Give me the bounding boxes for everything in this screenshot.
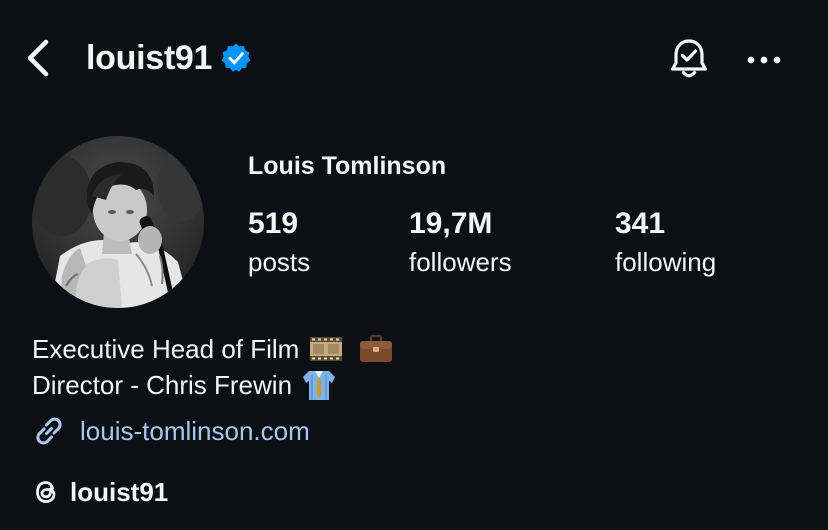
threads-handle: louist91	[70, 476, 169, 507]
verified-badge-icon	[221, 43, 251, 72]
followers-count[interactable]: 19,7M followers	[409, 206, 512, 280]
film-frames-emoji-icon	[310, 337, 343, 361]
followers-value: 19,7M	[409, 207, 493, 240]
briefcase-emoji-icon	[360, 334, 393, 362]
more-options-button[interactable]	[740, 42, 788, 78]
following-value: 341	[615, 207, 666, 240]
profile-screen: louist91 Louis Tomlinson 519 posts 19,7M…	[0, 0, 828, 530]
following-label: following	[615, 247, 717, 277]
profile-header: louist91	[0, 0, 828, 118]
following-count[interactable]: 341 following	[615, 206, 716, 280]
link-chain-icon	[36, 417, 62, 445]
back-button[interactable]	[20, 36, 60, 80]
username-title: louist91	[86, 34, 252, 82]
profile-full-name: Louis Tomlinson	[248, 152, 447, 180]
threads-badge[interactable]: louist91	[30, 474, 169, 510]
bio-text: Director - Chris Frewin	[32, 370, 293, 400]
bio-text: Executive Head of Film	[32, 334, 300, 364]
posts-count[interactable]: 519 posts	[248, 206, 310, 280]
website-url[interactable]: louis-tomlinson.com	[80, 416, 310, 447]
followers-label: followers	[409, 247, 512, 277]
profile-avatar[interactable]	[32, 136, 204, 308]
shirt-tie-emoji-icon	[303, 371, 336, 400]
profile-website-link[interactable]: louis-tomlinson.com	[32, 413, 310, 449]
username-label: louist91	[86, 38, 213, 77]
posts-value: 519	[248, 207, 299, 240]
notifications-button[interactable]	[664, 34, 714, 84]
avatar-photo	[32, 136, 204, 308]
bio-line: Executive Head of Film	[32, 331, 393, 367]
bio-line: Director - Chris Frewin	[32, 367, 393, 403]
threads-logo-icon	[36, 481, 56, 503]
profile-bio: Executive Head of Film Director - Chris …	[32, 331, 393, 403]
posts-label: posts	[248, 247, 311, 277]
more-horizontal-icon	[747, 56, 781, 64]
chevron-left-icon	[27, 39, 49, 77]
notification-bell-check-icon	[670, 39, 708, 78]
